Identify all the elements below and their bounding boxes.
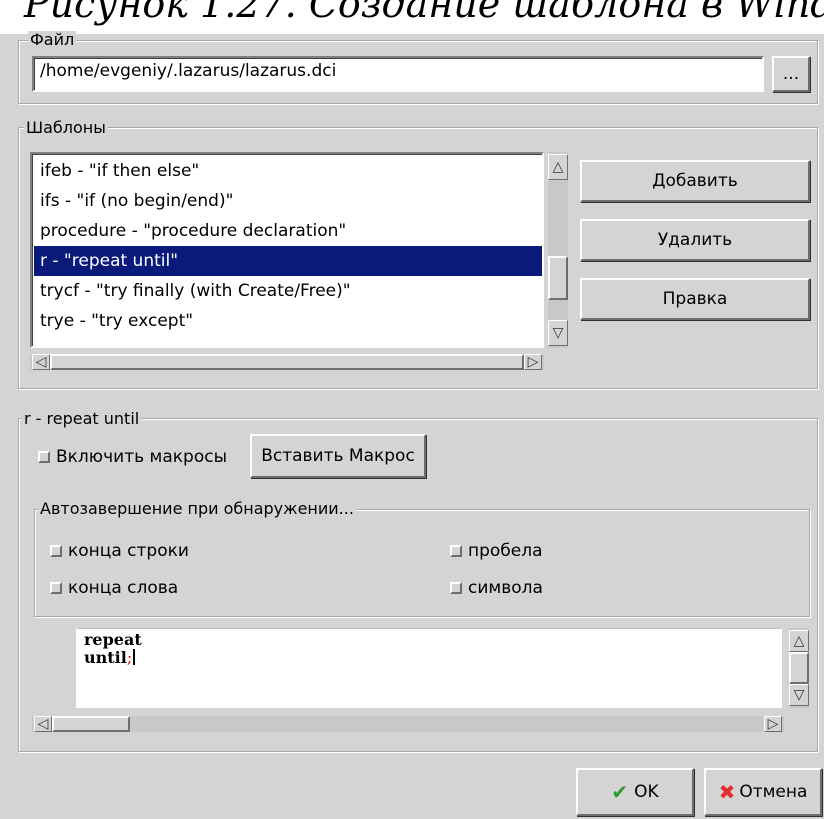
ok-button[interactable]: ✔ OK [576,768,694,816]
space-checkbox-row[interactable]: пробела [450,541,543,561]
cross-icon: ✖ [718,780,736,804]
scroll-left-icon[interactable]: ◁ [32,354,50,370]
template-list-item[interactable]: ifs - "if (no begin/end)" [34,186,542,216]
code-scroll-right-icon[interactable]: ▷ [764,716,782,732]
templates-list[interactable]: ifeb - "if then else" ifs - "if (no begin… [30,152,544,348]
enable-macros-checkbox-row[interactable]: Включить макросы [38,447,227,467]
enable-macros-checkbox[interactable] [38,451,50,463]
code-hscroll-thumb[interactable] [52,716,130,732]
space-label: пробела [468,541,543,561]
insert-macro-button[interactable]: Вставить Макрос [250,434,426,478]
symbol-label: символа [468,578,543,598]
template-list-item[interactable]: procedure - "procedure declaration" [34,216,542,246]
code-scroll-left-icon[interactable]: ◁ [34,716,52,732]
code-scroll-down-icon[interactable]: ▽ [789,684,809,706]
line-end-checkbox[interactable] [50,545,62,557]
code-editor[interactable]: repeat until; [76,628,782,708]
scroll-right-icon[interactable]: ▷ [524,354,542,370]
code-vscroll-thumb[interactable] [789,652,809,684]
browse-button[interactable]: ... [772,56,810,92]
edit-template-button[interactable]: Правка [580,278,810,320]
hscroll-thumb[interactable] [50,354,524,370]
template-list-item[interactable]: trye - "try except" [34,306,542,336]
add-template-button[interactable]: Добавить [580,160,810,202]
file-path-input[interactable]: /home/evgeniy/.lazarus/lazarus.dci [32,56,764,92]
line-end-checkbox-row[interactable]: конца строки [50,541,189,561]
symbol-checkbox[interactable] [450,582,462,594]
file-group-title: Файл [28,30,77,49]
symbol-checkbox-row[interactable]: символа [450,578,543,598]
template-list-item[interactable]: trycf - "try finally (with Create/Free)" [34,276,542,306]
scroll-up-icon[interactable]: △ [548,154,568,180]
code-editor-gutter [34,628,76,708]
autocomplete-group [34,509,810,617]
line-end-label: конца строки [68,541,189,561]
editor-group-title: r - repeat until [22,409,142,428]
cancel-button[interactable]: ✖ Отмена [704,768,822,816]
code-text: repeat until; [84,631,142,667]
autocomplete-group-title: Автозавершение при обнаружении... [38,499,356,518]
templates-list-hscrollbar[interactable]: ◁ ▷ [30,352,544,372]
code-semicolon: ; [126,648,133,667]
templates-list-vscrollbar[interactable]: △ ▽ [546,152,570,348]
cancel-label: Отмена [739,782,808,802]
enable-macros-label: Включить макросы [56,447,227,467]
delete-template-button[interactable]: Удалить [580,219,810,261]
checkmark-icon: ✔ [611,780,629,804]
code-editor-hscrollbar[interactable]: ◁ ▷ [32,714,784,734]
vscroll-thumb[interactable] [548,256,568,300]
code-editor-vscrollbar[interactable]: △ ▽ [788,628,810,708]
word-end-checkbox-row[interactable]: конца слова [50,578,178,598]
scroll-down-icon[interactable]: ▽ [548,320,568,346]
template-list-item[interactable]: r - "repeat until" [34,246,542,276]
figure-caption: Рисунок 1.27. Создание шаблона в Windows [0,0,824,34]
vscroll-track [548,152,568,348]
code-line-1: repeat [84,630,142,649]
code-line-2: until [84,648,127,667]
template-list-item[interactable]: ifeb - "if then else" [34,156,542,186]
templates-group-title: Шаблоны [24,118,108,137]
space-checkbox[interactable] [450,545,462,557]
file-path-value: /home/evgeniy/.lazarus/lazarus.dci [40,61,337,81]
code-hscroll-track [32,716,784,732]
code-scroll-up-icon[interactable]: △ [789,630,809,652]
ok-label: OK [634,782,659,802]
word-end-checkbox[interactable] [50,582,62,594]
text-caret [133,649,136,665]
word-end-label: конца слова [68,578,179,598]
